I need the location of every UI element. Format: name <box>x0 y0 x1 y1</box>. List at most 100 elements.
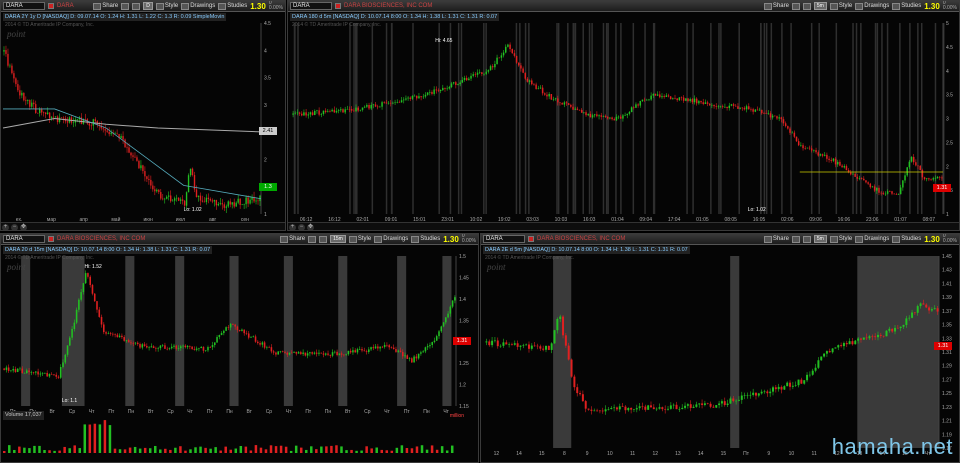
volume-bar <box>340 446 343 453</box>
candle <box>745 106 748 110</box>
candle <box>817 360 820 368</box>
drawings-button[interactable]: Drawings <box>855 235 889 243</box>
candle <box>46 372 48 377</box>
drawings-button[interactable]: Drawings <box>181 2 215 10</box>
candle <box>908 161 911 168</box>
volume-bar <box>435 449 439 453</box>
settings-icon[interactable] <box>802 235 811 243</box>
studies-button[interactable]: Studies <box>411 235 440 243</box>
candle <box>395 349 397 352</box>
candle <box>14 368 17 372</box>
chart-panel-intraday[interactable]: 1.45 1.43 1.41 1.39 1.37 1.35 1.33 1.31 1.29 1.27… <box>480 233 960 463</box>
chart-area[interactable]: 1.51.451.41.351.31.251.21.15ПтПнВтСрЧтПт… <box>1 234 479 463</box>
zoom-in-icon[interactable]: + <box>289 224 296 230</box>
share-button[interactable]: Share <box>763 2 789 10</box>
symbol-input[interactable]: DARA <box>3 2 45 10</box>
pan-icon[interactable]: ✥ <box>307 224 314 230</box>
candle <box>544 93 546 95</box>
style-button[interactable]: Style <box>155 2 178 10</box>
candle <box>701 403 704 405</box>
link-icon[interactable] <box>308 235 317 243</box>
candle <box>179 199 182 201</box>
pan-icon[interactable]: ✥ <box>20 224 27 230</box>
timeframe-selector[interactable]: 5m <box>813 2 827 10</box>
volume-bar <box>289 450 293 453</box>
volume-bar <box>375 447 378 453</box>
candle <box>398 102 401 103</box>
timeframe-selector[interactable]: D <box>143 2 153 10</box>
volume-unit: million <box>449 413 464 419</box>
style-button[interactable]: Style <box>348 235 371 243</box>
chart-panel-20d[interactable]: 1.51.451.41.351.31.251.21.15ПтПнВтСрЧтПт… <box>0 233 479 463</box>
session-stripe <box>528 23 530 214</box>
style-button[interactable]: Style <box>829 235 852 243</box>
studies-button[interactable]: Studies <box>892 235 921 243</box>
link-icon[interactable] <box>121 2 130 10</box>
zoom-out-icon[interactable]: − <box>11 224 18 230</box>
candle <box>925 178 928 180</box>
drawings-button[interactable]: Drawings <box>855 2 889 10</box>
time-tick-label: 14 <box>516 451 522 457</box>
candle <box>294 112 297 114</box>
candle <box>941 177 943 179</box>
studies-button[interactable]: Studies <box>218 2 247 10</box>
link-icon[interactable] <box>791 235 800 243</box>
chart-area[interactable]: 4.543.532.521.51ex.марапрмайиюниюлавгсен… <box>1 1 286 231</box>
symbol-input[interactable]: DARA <box>483 235 525 243</box>
candle <box>750 109 752 110</box>
link-icon[interactable] <box>791 2 800 10</box>
candle <box>604 409 607 412</box>
candle <box>126 147 128 148</box>
time-tick-label: 11 <box>630 451 635 457</box>
candle <box>388 345 390 348</box>
session-stripe <box>524 23 527 214</box>
candle <box>148 347 150 348</box>
session-stripe <box>692 23 694 214</box>
candle <box>580 109 583 113</box>
studies-button[interactable]: Studies <box>892 2 921 10</box>
drawings-button[interactable]: Drawings <box>374 235 408 243</box>
company-name: DARA <box>57 3 74 9</box>
candle <box>613 407 616 409</box>
chart-panel-daily[interactable]: 4.543.532.521.51ex.марапрмайиюниюлавгсен… <box>0 0 286 231</box>
candle <box>361 107 364 110</box>
share-button[interactable]: Share <box>763 235 789 243</box>
candle <box>559 316 562 320</box>
session-stripe <box>574 23 577 214</box>
candle <box>383 102 385 103</box>
candle <box>12 368 14 371</box>
candle <box>808 374 811 376</box>
symbol-input[interactable]: DARA <box>3 235 45 243</box>
zoom-in-icon[interactable]: + <box>2 224 9 230</box>
candle <box>706 102 709 104</box>
timeframe-selector[interactable]: 5m <box>813 235 827 243</box>
settings-icon[interactable] <box>802 2 811 10</box>
candle <box>298 112 301 114</box>
price-tick-label: 1 <box>264 212 267 218</box>
timeframe-selector[interactable]: 15m <box>330 235 346 243</box>
candle <box>791 132 793 134</box>
chart-area[interactable]: 54.543.532.521.5106:1216:1202:0109:0115:… <box>288 1 960 231</box>
candle <box>839 161 841 166</box>
session-stripe <box>483 23 485 214</box>
zoom-out-icon[interactable]: − <box>298 224 305 230</box>
settings-icon[interactable] <box>319 235 328 243</box>
session-stripe <box>718 23 720 214</box>
style-button[interactable]: Style <box>829 2 852 10</box>
share-button[interactable]: Share <box>93 2 118 10</box>
chart-area[interactable]: 1.451.431.411.391.371.351.331.311.291.27… <box>481 234 960 463</box>
candle <box>598 410 601 412</box>
candle <box>724 106 726 108</box>
symbol-input[interactable]: DARA <box>290 2 332 10</box>
candle <box>823 353 826 357</box>
style-icon <box>348 235 357 243</box>
session-stripe <box>485 23 487 214</box>
settings-icon[interactable] <box>132 2 141 10</box>
chart-panel-180d[interactable]: 54.543.532.521.5106:1216:1202:0109:0115:… <box>287 0 960 231</box>
candle <box>334 351 336 353</box>
time-tick-label: Пт <box>404 409 411 415</box>
share-button[interactable]: Share <box>280 235 305 243</box>
candle <box>825 351 828 354</box>
candle <box>105 332 107 334</box>
candle <box>39 109 41 114</box>
